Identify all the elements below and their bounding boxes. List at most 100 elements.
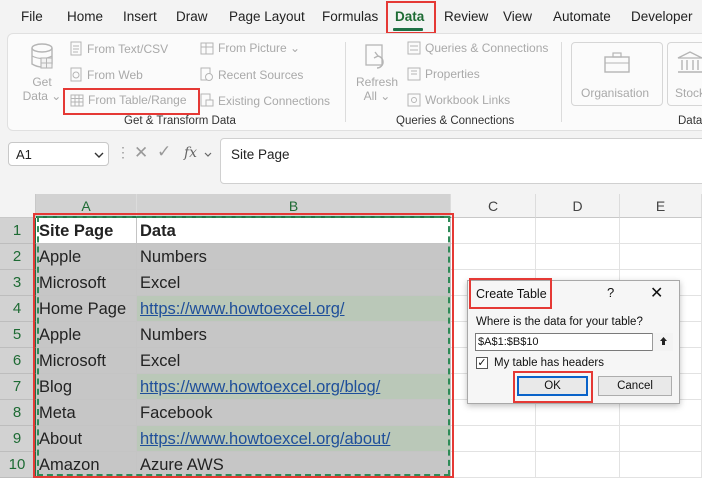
dialog-close-button[interactable]: ✕ [650, 283, 663, 303]
cell-a4[interactable]: Home Page [36, 296, 137, 322]
dialog-title: Create Table [476, 287, 547, 301]
tab-review[interactable]: Review [444, 9, 488, 24]
tab-draw[interactable]: Draw [176, 9, 208, 24]
cell-b3[interactable]: Excel [137, 270, 451, 296]
cell-b10[interactable]: Azure AWS [137, 452, 451, 478]
from-table-range-button[interactable]: From Table/Range [70, 93, 187, 107]
ribbon-separator [345, 42, 346, 122]
cell-c1[interactable] [451, 218, 536, 244]
row-header-10[interactable]: 10 [0, 452, 36, 478]
range-input-field[interactable] [478, 335, 650, 349]
formula-input[interactable]: Site Page [220, 138, 702, 184]
cell-d9[interactable] [536, 426, 620, 452]
insert-function-button[interactable]: fx [184, 145, 197, 161]
cell-e1[interactable] [620, 218, 702, 244]
row-header-8[interactable]: 8 [0, 400, 36, 426]
cell-a9[interactable]: About [36, 426, 137, 452]
from-web-button[interactable]: From Web [70, 67, 143, 82]
cell-b9[interactable]: https://www.howtoexcel.org/about/ [137, 426, 451, 452]
column-header-a[interactable]: A [36, 194, 137, 218]
column-header-e[interactable]: E [620, 194, 702, 218]
from-text-csv-button[interactable]: From Text/CSV [70, 41, 168, 56]
cell-b6[interactable]: Excel [137, 348, 451, 374]
row-header-7[interactable]: 7 [0, 374, 36, 400]
row-header-1[interactable]: 1 [0, 218, 36, 244]
cell-b8[interactable]: Facebook [137, 400, 451, 426]
cell-e2[interactable] [620, 244, 702, 270]
from-picture-button[interactable]: From Picture ⌄ [200, 41, 300, 55]
headers-checkbox-label: My table has headers [494, 357, 604, 369]
get-data-button[interactable]: Get Data ⌄ [22, 42, 62, 103]
queries-connections-label: Queries & Connections [425, 41, 549, 55]
existing-connections-button[interactable]: Existing Connections [200, 93, 330, 108]
row-header-6[interactable]: 6 [0, 348, 36, 374]
cell-d2[interactable] [536, 244, 620, 270]
tab-formulas[interactable]: Formulas [322, 9, 378, 24]
tab-insert[interactable]: Insert [123, 9, 157, 24]
stocks-button[interactable]: Stock [667, 42, 702, 106]
from-table-range-label: From Table/Range [88, 93, 187, 107]
cell-a5[interactable]: Apple [36, 322, 137, 348]
ok-button[interactable]: OK [517, 376, 588, 396]
cancel-icon[interactable]: ✕ [134, 143, 148, 163]
cell-d1[interactable] [536, 218, 620, 244]
row-header-3[interactable]: 3 [0, 270, 36, 296]
row-header-2[interactable]: 2 [0, 244, 36, 270]
fx-chevron-icon [204, 152, 212, 157]
confirm-icon[interactable]: ✓ [157, 142, 171, 162]
column-header-d[interactable]: D [536, 194, 620, 218]
cell-a3[interactable]: Microsoft [36, 270, 137, 296]
cell-d10[interactable] [536, 452, 620, 478]
row-header-9[interactable]: 9 [0, 426, 36, 452]
tab-automate[interactable]: Automate [553, 9, 611, 24]
workbook-links-icon [407, 93, 421, 107]
queries-connections-button[interactable]: Queries & Connections [407, 41, 548, 55]
tab-view[interactable]: View [503, 9, 532, 24]
cell-e9[interactable] [620, 426, 702, 452]
refresh-all-button[interactable]: Refresh All ⌄ [355, 42, 399, 103]
formula-content: Site Page [231, 147, 290, 162]
organisation-button[interactable]: Organisation [571, 42, 663, 106]
cell-a6[interactable]: Microsoft [36, 348, 137, 374]
tab-page-layout[interactable]: Page Layout [229, 9, 305, 24]
tab-home[interactable]: Home [67, 9, 103, 24]
row-header-5[interactable]: 5 [0, 322, 36, 348]
tab-developer[interactable]: Developer [631, 9, 693, 24]
cell-a2[interactable]: Apple [36, 244, 137, 270]
workbook-links-button[interactable]: Workbook Links [407, 93, 510, 107]
cell-a10[interactable]: Amazon [36, 452, 137, 478]
menu-bar: File Home Insert Draw Page Layout Formul… [0, 0, 702, 34]
row-header-4[interactable]: 4 [0, 296, 36, 322]
dialog-help-button[interactable]: ? [607, 285, 614, 300]
cell-b1[interactable]: Data [137, 218, 451, 244]
tab-data[interactable]: Data [395, 9, 424, 24]
from-web-label: From Web [87, 67, 143, 82]
cell-b2[interactable]: Numbers [137, 244, 451, 270]
cell-a7[interactable]: Blog [36, 374, 137, 400]
queries-icon [407, 41, 421, 55]
cell-e10[interactable] [620, 452, 702, 478]
select-all-corner[interactable] [0, 194, 36, 218]
collapse-dialog-button[interactable] [652, 333, 673, 351]
column-header-c[interactable]: C [451, 194, 536, 218]
cell-c2[interactable] [451, 244, 536, 270]
tab-file[interactable]: File [21, 9, 43, 24]
name-box[interactable]: A1 [8, 142, 109, 166]
cell-b5[interactable]: Numbers [137, 322, 451, 348]
name-box-value: A1 [16, 147, 32, 162]
database-icon [31, 43, 53, 69]
cell-b7[interactable]: https://www.howtoexcel.org/blog/ [137, 374, 451, 400]
headers-checkbox[interactable]: ✓ [476, 357, 488, 369]
cancel-button[interactable]: Cancel [598, 376, 672, 396]
from-text-csv-label: From Text/CSV [87, 41, 169, 56]
range-input[interactable] [475, 333, 673, 351]
column-header-b[interactable]: B [137, 194, 451, 218]
cell-a8[interactable]: Meta [36, 400, 137, 426]
cell-a1[interactable]: Site Page [36, 218, 137, 244]
cell-b4[interactable]: https://www.howtoexcel.org/ [137, 296, 451, 322]
recent-sources-button[interactable]: Recent Sources [200, 67, 303, 82]
cell-c10[interactable] [451, 452, 536, 478]
properties-button[interactable]: Properties [407, 67, 480, 81]
cell-c9[interactable] [451, 426, 536, 452]
group-label-queries: Queries & Connections [396, 115, 515, 127]
